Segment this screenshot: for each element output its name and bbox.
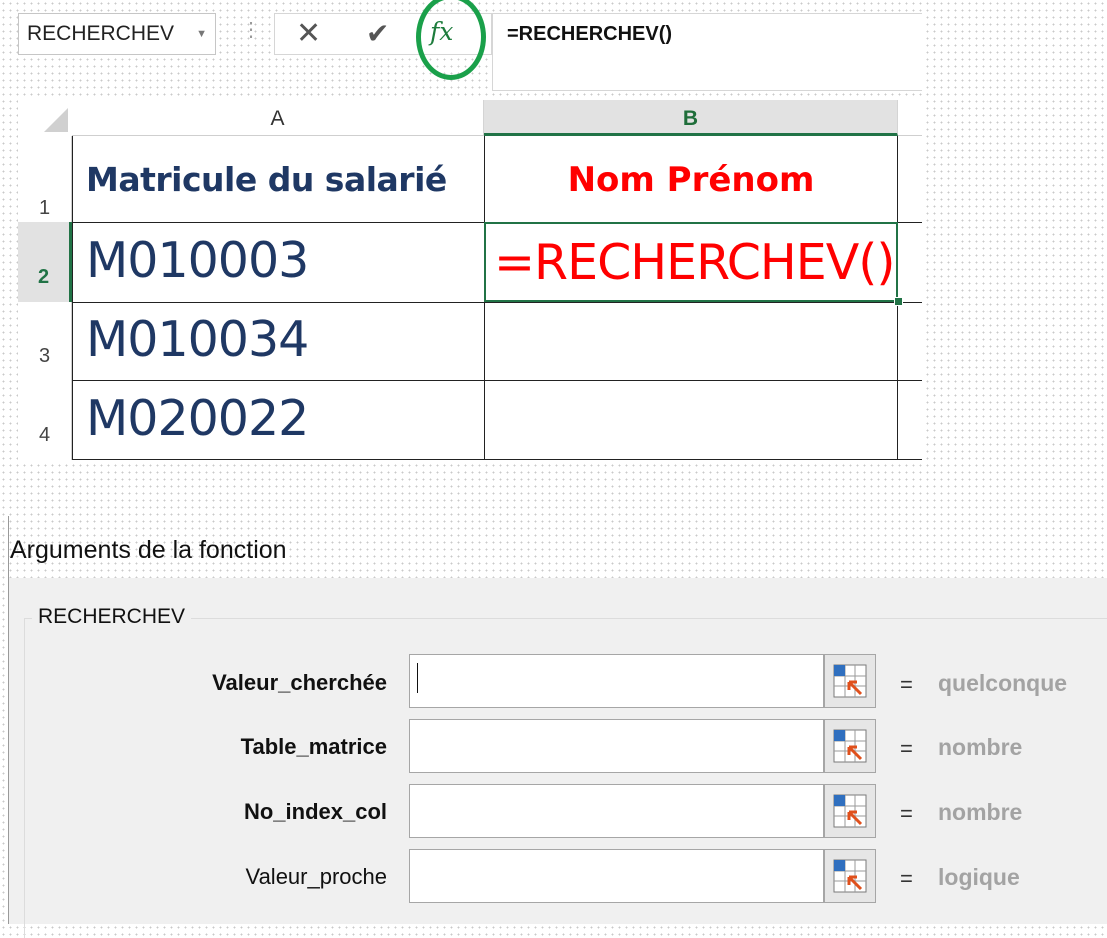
range-select-button[interactable] <box>824 849 876 903</box>
dialog-title: Arguments de la fonction <box>10 536 287 564</box>
cell-b4[interactable] <box>486 382 896 458</box>
collapse-dialog-icon <box>833 859 867 893</box>
equals-sign: = <box>900 866 913 891</box>
cell-b1[interactable]: Nom Prénom <box>484 160 898 200</box>
select-all-icon <box>44 108 68 132</box>
formula-bar-grip[interactable]: ⋮ <box>241 20 261 40</box>
name-box[interactable]: RECHERCHEV ▼ <box>18 13 216 55</box>
equals-sign: = <box>900 736 913 761</box>
chevron-down-icon[interactable]: ▼ <box>196 14 207 54</box>
row-header-2[interactable]: 2 <box>18 222 72 302</box>
cell-a1[interactable]: Matricule du salarié <box>72 160 484 199</box>
equals-sign: = <box>900 801 913 826</box>
cell-a4[interactable]: M020022 <box>72 390 484 447</box>
column-header-b[interactable]: B <box>484 100 898 136</box>
collapse-dialog-icon <box>833 794 867 828</box>
gridline <box>72 380 922 381</box>
check-icon[interactable]: ✔ <box>366 14 389 54</box>
arg-label-valeur-cherchee: Valeur_cherchée <box>212 670 387 695</box>
arg-label-valeur-proche: Valeur_proche <box>245 864 387 889</box>
column-header-c[interactable] <box>898 100 922 136</box>
cell-b3[interactable] <box>486 304 896 379</box>
range-select-button[interactable] <box>824 719 876 773</box>
arg-input-valeur-proche[interactable] <box>409 849 824 903</box>
row-header-1[interactable]: 1 <box>18 136 72 222</box>
arg-input-valeur-cherchee[interactable] <box>409 654 824 708</box>
column-header-a[interactable]: A <box>72 100 484 136</box>
arg-result-valeur-proche: logique <box>938 864 1020 890</box>
arg-result-table-matrice: nombre <box>938 734 1023 760</box>
cell-b2-formula: =RECHERCHEV() <box>494 234 895 291</box>
arg-result-valeur-cherchee: quelconque <box>938 670 1068 696</box>
text-cursor <box>417 663 418 693</box>
highlight-circle <box>416 0 486 80</box>
arg-input-table-matrice[interactable] <box>409 719 824 773</box>
row-header-3[interactable]: 3 <box>18 302 72 380</box>
equals-sign: = <box>900 672 913 697</box>
arg-input-no-index-col[interactable] <box>409 784 824 838</box>
name-box-value: RECHERCHEV <box>27 22 175 45</box>
collapse-dialog-icon <box>833 729 867 763</box>
collapse-dialog-icon <box>833 664 867 698</box>
arg-label-table-matrice: Table_matrice <box>240 734 387 759</box>
range-select-button[interactable] <box>824 784 876 838</box>
close-icon[interactable]: ✕ <box>296 14 321 54</box>
formula-input[interactable]: =RECHERCHEV() <box>492 13 922 91</box>
cell-a3[interactable]: M010034 <box>72 311 484 368</box>
range-select-button[interactable] <box>824 654 876 708</box>
function-name: RECHERCHEV <box>32 605 192 629</box>
cell-a2[interactable]: M010003 <box>72 232 484 289</box>
cell-b2-active[interactable]: =RECHERCHEV() <box>484 222 898 302</box>
gridline <box>72 302 922 303</box>
arg-result-no-index-col: nombre <box>938 799 1023 825</box>
arg-label-no-index-col: No_index_col <box>243 799 387 824</box>
gridline <box>72 459 922 460</box>
row-header-4[interactable]: 4 <box>18 380 72 460</box>
